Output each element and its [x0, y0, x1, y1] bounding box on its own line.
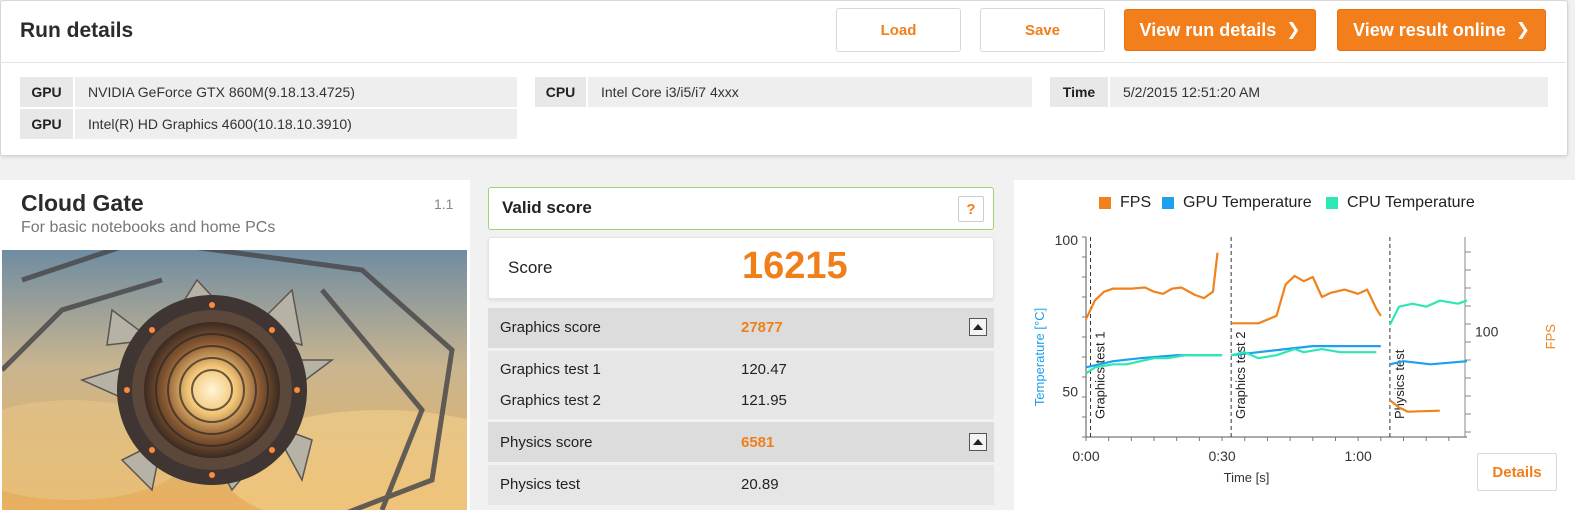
- test-marker-label: Graphics test 1: [1093, 332, 1108, 419]
- score-value: 16215: [742, 245, 848, 287]
- y-axis-label-right: FPS: [1543, 324, 1558, 350]
- x-tick-label: 0:30: [1208, 448, 1235, 464]
- graphics-score-label: Graphics score: [500, 319, 601, 336]
- gpu-key: GPU: [20, 77, 73, 107]
- x-axis-label: Time [s]: [1224, 470, 1270, 485]
- physics-test-value: 20.89: [741, 476, 779, 493]
- collapse-physics-button[interactable]: [969, 433, 987, 451]
- chevron-right-icon: ❯: [1515, 20, 1530, 39]
- valid-score-label: Valid score: [502, 198, 592, 217]
- run-details-divider: [0, 62, 1566, 63]
- y-axis-label-left: Temperature [°C]: [1032, 308, 1047, 406]
- score-label: Score: [508, 258, 553, 277]
- legend-cpu-temperature: CPU Temperature: [1326, 194, 1475, 212]
- time-key: Time: [1050, 77, 1108, 107]
- graphics-test-2-label: Graphics test 2: [500, 392, 601, 409]
- gpu-value: Intel(R) HD Graphics 4600(10.18.10.3910): [75, 109, 517, 139]
- y-tick-label-right: 100: [1475, 324, 1499, 340]
- gpu-row-2: GPU Intel(R) HD Graphics 4600(10.18.10.3…: [20, 109, 517, 139]
- physics-test-label: Physics test: [500, 476, 581, 493]
- cpu-key: CPU: [535, 77, 586, 107]
- load-button[interactable]: Load: [836, 8, 961, 52]
- legend-gpu-temperature-label: GPU Temperature: [1183, 194, 1312, 211]
- help-button[interactable]: ?: [958, 196, 984, 222]
- series-line-fps: [1085, 252, 1219, 320]
- test-marker-label: Graphics test 2: [1233, 332, 1248, 419]
- graphics-test-2-value: 121.95: [741, 392, 787, 409]
- cpu-value: Intel Core i3/i5/i7 4xxx: [588, 77, 1032, 107]
- view-result-online-label: View result online: [1353, 19, 1506, 40]
- collapse-triangle-icon: [973, 439, 983, 445]
- details-button[interactable]: Details: [1477, 453, 1557, 491]
- y-tick-label-left: 100: [1055, 232, 1079, 248]
- run-details-title: Run details: [20, 19, 134, 42]
- graphics-test-1-label: Graphics test 1: [500, 361, 601, 378]
- view-run-details-label: View run details: [1139, 19, 1277, 40]
- test-name: Cloud Gate: [21, 190, 144, 216]
- graphics-test-1-value: 120.47: [741, 361, 787, 378]
- test-subtitle: For basic notebooks and home PCs: [21, 219, 276, 236]
- test-artwork-image: [2, 250, 467, 510]
- monitoring-chart: Graphics test 1 Graphics test 2 Physics te…: [1032, 232, 1558, 485]
- gpu-row-1: GPU NVIDIA GeForce GTX 860M(9.18.13.4725…: [20, 77, 517, 107]
- cpu-temperature-swatch: [1326, 197, 1338, 209]
- legend-cpu-temperature-label: CPU Temperature: [1347, 194, 1475, 211]
- fps-swatch: [1099, 197, 1111, 209]
- cpu-row: CPU Intel Core i3/i5/i7 4xxx: [535, 77, 1032, 107]
- series-line-fps: [1231, 274, 1382, 325]
- test-version: 1.1: [434, 196, 454, 212]
- legend-fps-label: FPS: [1120, 194, 1152, 211]
- collapse-graphics-button[interactable]: [969, 318, 987, 336]
- graphics-score-value: 27877: [741, 319, 783, 336]
- time-row: Time 5/2/2015 12:51:20 AM: [1050, 77, 1548, 107]
- chevron-right-icon: ❯: [1286, 20, 1301, 39]
- score-card: [488, 237, 994, 299]
- view-run-details-button[interactable]: View run details ❯: [1124, 9, 1316, 51]
- physics-score-value: 6581: [741, 434, 775, 451]
- collapse-triangle-icon: [973, 324, 983, 330]
- series-line-gpu-temperature: [1230, 345, 1381, 357]
- save-button[interactable]: Save: [980, 8, 1105, 52]
- gpu-temperature-swatch: [1162, 197, 1174, 209]
- view-result-online-button[interactable]: View result online ❯: [1337, 9, 1546, 51]
- legend-gpu-temperature: GPU Temperature: [1162, 194, 1312, 212]
- x-tick-label: 0:00: [1072, 448, 1099, 464]
- x-tick-label: 1:00: [1345, 448, 1372, 464]
- time-value: 5/2/2015 12:51:20 AM: [1110, 77, 1548, 107]
- series-line-cpu-temperature: [1388, 299, 1468, 326]
- y-tick-label-left: 50: [1062, 384, 1078, 400]
- gpu-key: GPU: [20, 109, 73, 139]
- gpu-value: NVIDIA GeForce GTX 860M(9.18.13.4725): [75, 77, 517, 107]
- legend-fps: FPS: [1099, 194, 1151, 212]
- physics-score-label: Physics score: [500, 434, 593, 451]
